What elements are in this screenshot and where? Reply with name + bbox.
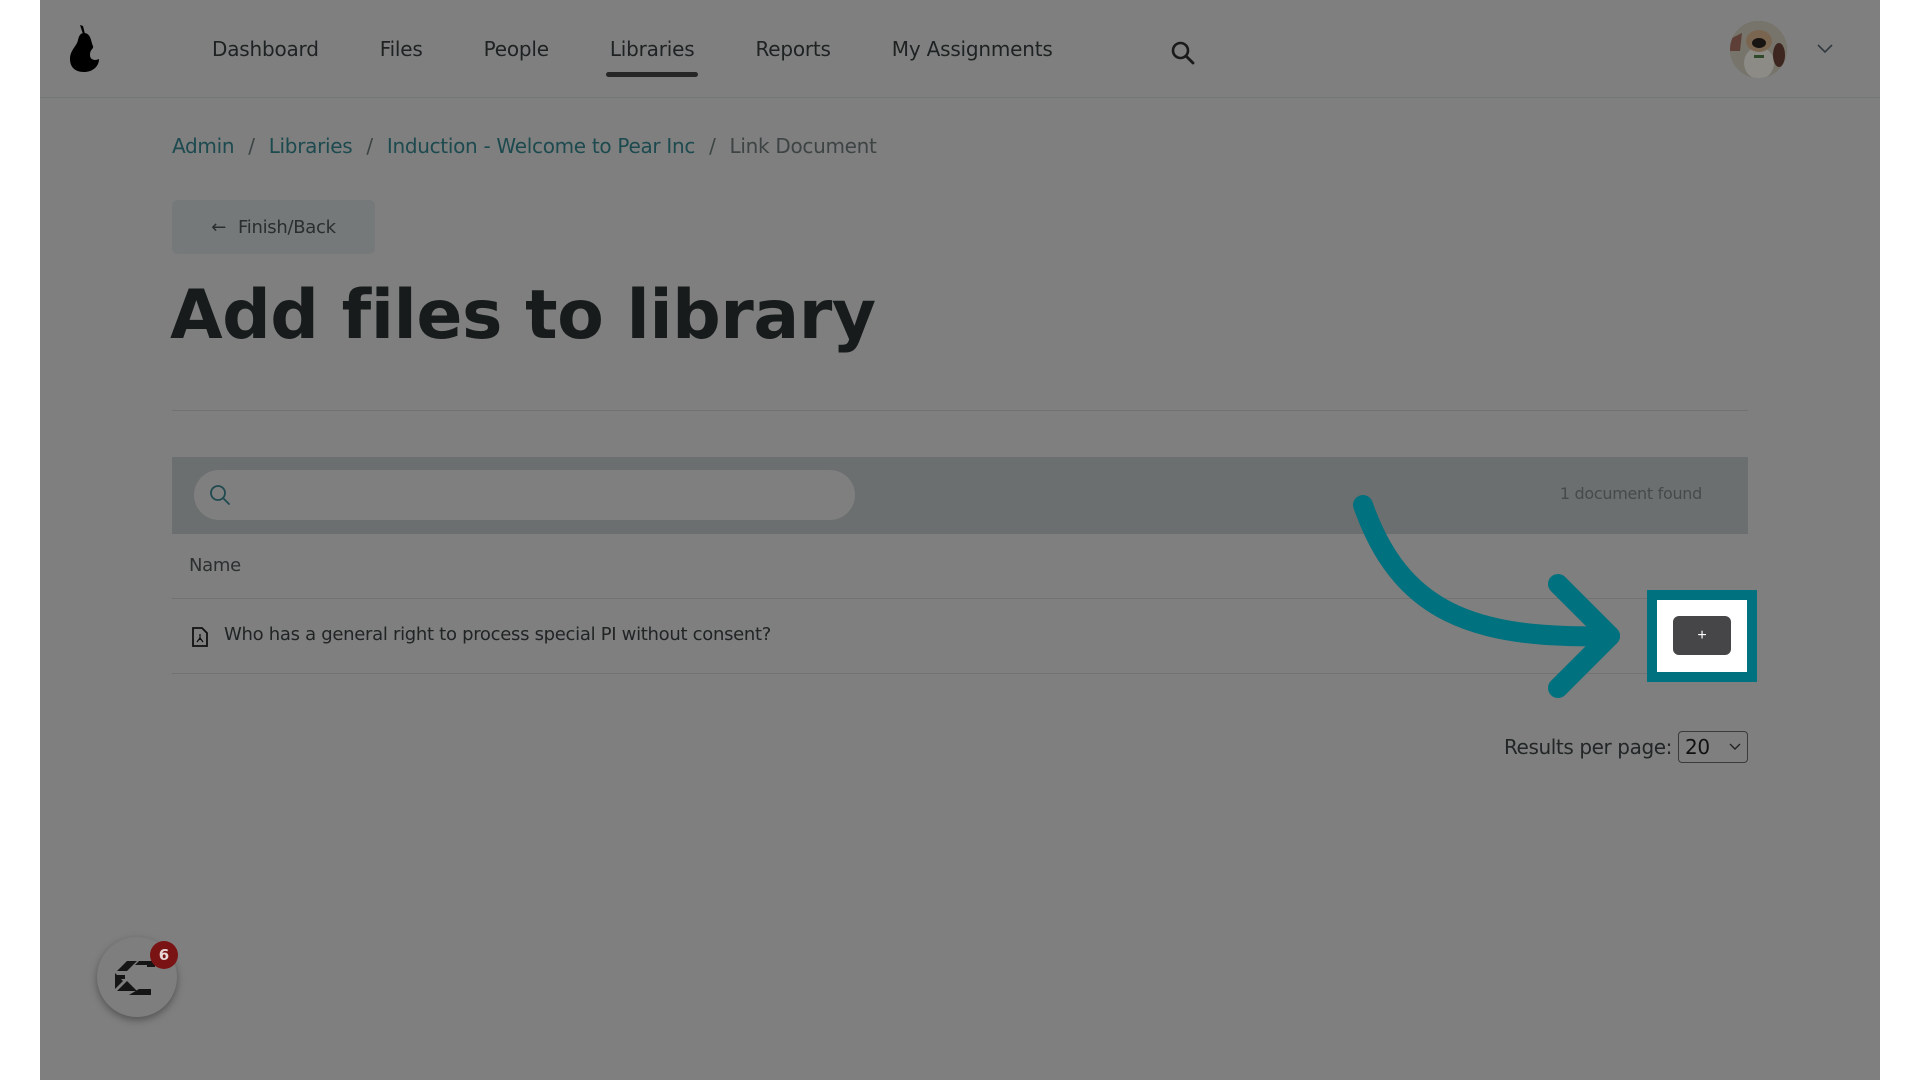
nav-people[interactable]: People: [484, 0, 549, 97]
table-divider: [172, 673, 1748, 674]
breadcrumb-current: Link Document: [729, 134, 877, 158]
results-per-page-label: Results per page:: [1503, 735, 1672, 759]
nav-label: People: [483, 36, 549, 61]
chevron-down-icon: [1729, 743, 1741, 750]
nav-label: Files: [379, 36, 423, 61]
document-count: 1 document found: [1559, 484, 1702, 503]
divider: [172, 410, 1748, 411]
breadcrumb: Admin / Libraries / Induction - Welcome …: [172, 134, 877, 158]
nav-files[interactable]: Files: [380, 0, 423, 97]
search-icon: [210, 485, 230, 505]
finish-back-button[interactable]: ← Finish/Back: [172, 200, 375, 254]
table-row: Who has a general right to process speci…: [172, 599, 1748, 673]
user-avatar[interactable]: [1730, 21, 1787, 78]
breadcrumb-library-name[interactable]: Induction - Welcome to Pear Inc: [387, 134, 696, 158]
breadcrumb-admin[interactable]: Admin: [172, 134, 235, 158]
breadcrumb-separator: /: [248, 134, 255, 158]
chevron-down-icon[interactable]: [1817, 44, 1833, 54]
top-navbar: Dashboard Files People Libraries Reports…: [40, 0, 1880, 98]
nav-label: Reports: [755, 36, 831, 61]
breadcrumb-libraries[interactable]: Libraries: [269, 134, 353, 158]
results-per-page-value: 20: [1685, 735, 1710, 759]
search-toolbar: 1 document found: [172, 457, 1748, 534]
results-per-page-select[interactable]: 20: [1678, 731, 1748, 763]
page-dimmed: Dashboard Files People Libraries Reports…: [40, 0, 1880, 1080]
main-nav: Dashboard Files People Libraries Reports…: [212, 0, 1114, 97]
nav-label: Libraries: [609, 36, 695, 61]
nav-label: My Assignments: [891, 36, 1053, 61]
finish-back-label: Finish/Back: [238, 216, 336, 238]
results-per-page: Results per page: 20: [1504, 731, 1748, 763]
pear-logo-icon[interactable]: [66, 22, 102, 74]
search-icon[interactable]: [1170, 40, 1196, 66]
avatar-dog-image: [1730, 21, 1787, 78]
nav-label: Dashboard: [212, 36, 319, 61]
search-field[interactable]: [194, 470, 855, 520]
breadcrumb-separator: /: [709, 134, 716, 158]
nav-my-assignments[interactable]: My Assignments: [892, 0, 1053, 97]
pdf-file-icon: [192, 627, 208, 647]
page-title: Add files to library: [170, 276, 876, 355]
notification-badge: 6: [150, 941, 178, 969]
annotation-arrow-icon: [1353, 495, 1620, 698]
add-document-button[interactable]: +: [1673, 616, 1731, 655]
nav-libraries[interactable]: Libraries: [605, 0, 698, 97]
document-name[interactable]: Who has a general right to process speci…: [224, 624, 771, 645]
breadcrumb-separator: /: [366, 134, 373, 158]
search-input[interactable]: [244, 470, 834, 520]
nav-reports[interactable]: Reports: [755, 0, 831, 97]
arrow-left-icon: ←: [211, 216, 227, 238]
column-header-name[interactable]: Name: [189, 555, 241, 576]
nav-dashboard[interactable]: Dashboard: [212, 0, 319, 97]
